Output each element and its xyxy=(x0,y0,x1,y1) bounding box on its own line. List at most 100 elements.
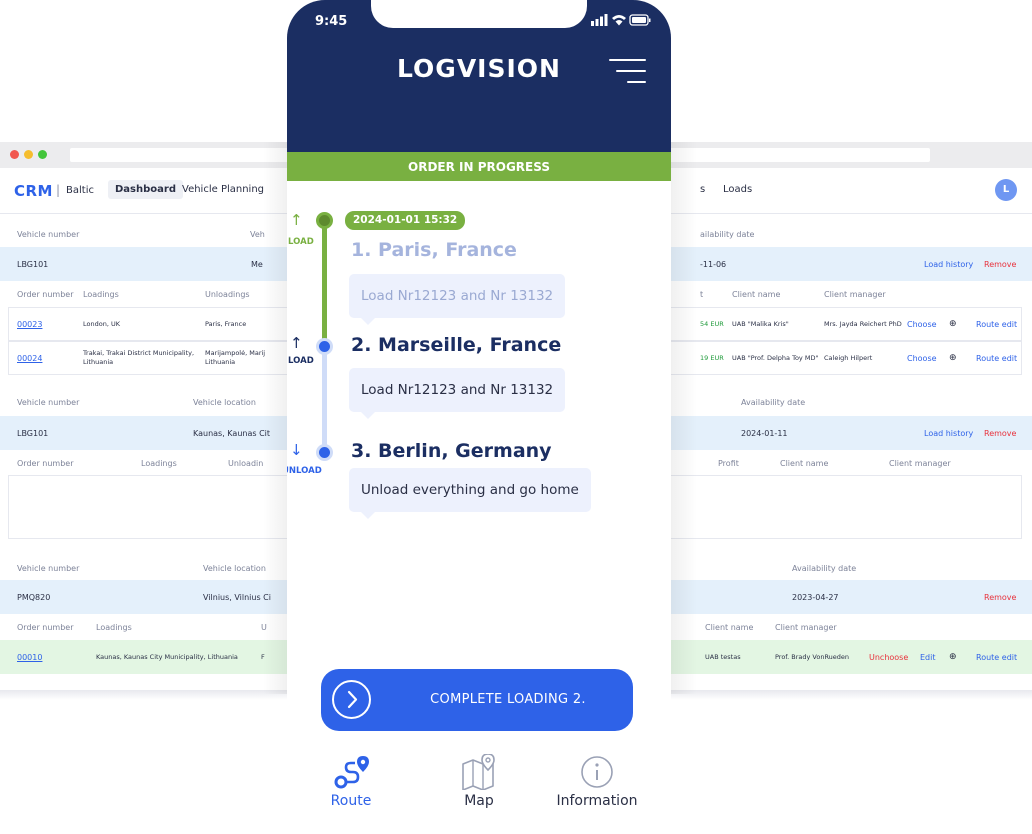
mobile-app: 9:45 LOGVISION ORDER IN PROGRESS ↑ LOAD … xyxy=(287,0,671,834)
unloadings-header: Unloadin xyxy=(228,459,264,468)
nav-item-partial[interactable]: s xyxy=(700,184,705,195)
nav-dashboard[interactable]: Dashboard xyxy=(108,180,183,199)
globe-icon[interactable]: ⊕ xyxy=(949,652,957,663)
stop-note-bubble: Load Nr12123 and Nr 13132 xyxy=(349,368,566,419)
tab-label: Map xyxy=(464,793,494,809)
loading-cell-line2: Lithuania xyxy=(83,358,114,366)
load-history-link[interactable]: Load history xyxy=(924,429,973,439)
tab-information[interactable]: Information xyxy=(533,742,661,834)
maximize-window-button[interactable] xyxy=(38,150,47,159)
order-number-link[interactable]: 00024 xyxy=(17,354,42,364)
availability-header: Availability date xyxy=(741,398,806,407)
crm-logo[interactable]: CRM xyxy=(14,182,53,200)
route-progress-line xyxy=(322,220,327,346)
order-number-header: Order number xyxy=(17,459,74,468)
client-manager-cell: Caleigh Hilpert xyxy=(824,354,873,362)
globe-icon[interactable]: ⊕ xyxy=(949,319,957,330)
availability-date: -11-06 xyxy=(700,260,727,269)
hamburger-menu-icon[interactable] xyxy=(608,59,646,85)
info-icon xyxy=(581,756,613,788)
unloadings-header: Unloadings xyxy=(205,290,250,299)
nav-vehicle-planning[interactable]: Vehicle Planning xyxy=(182,184,264,195)
route-remaining-line xyxy=(322,346,327,452)
tab-route[interactable]: Route xyxy=(287,742,415,834)
remove-link[interactable]: Remove xyxy=(984,260,1016,270)
vehicle-number: LBG101 xyxy=(17,260,49,269)
chevron-right-icon xyxy=(332,680,371,719)
loading-cell: London, UK xyxy=(83,320,120,328)
complete-loading-button[interactable]: COMPLETE LOADING 2. xyxy=(321,669,633,731)
status-icons xyxy=(591,14,651,26)
stop-title[interactable]: 3. Berlin, Germany xyxy=(351,440,552,462)
vehicle-number: LBG101 xyxy=(17,429,49,438)
route-edit-link[interactable]: Route edit xyxy=(976,320,1017,330)
client-name-cell: UAB "Malika Kris" xyxy=(732,320,789,328)
bottom-tab-bar: Route Map Information xyxy=(287,742,671,834)
stop-action-label: LOAD xyxy=(288,237,314,247)
tab-map[interactable]: Map xyxy=(415,742,543,834)
vehicle-location: Kaunas, Kaunas Cit xyxy=(193,429,271,438)
client-manager-cell: Mrs. Jayda Reichert PhD xyxy=(824,320,902,328)
status-time: 9:45 xyxy=(315,14,348,29)
remove-link[interactable]: Remove xyxy=(984,593,1016,603)
vehicle-number-header: Vehicle number xyxy=(17,564,80,573)
client-manager-header: Client manager xyxy=(889,459,951,468)
stop-node-current xyxy=(316,338,333,355)
availability-header: ailability date xyxy=(700,230,755,239)
profit-header: t xyxy=(700,290,704,299)
availability-header: Availability date xyxy=(792,564,857,573)
route-edit-link[interactable]: Route edit xyxy=(976,354,1017,364)
signal-icon xyxy=(591,21,594,26)
choose-link[interactable]: Choose xyxy=(907,320,937,330)
stop-title[interactable]: 2. Marseille, France xyxy=(351,334,561,356)
choose-link[interactable]: Choose xyxy=(907,354,937,364)
phone-shadow-left xyxy=(263,142,287,694)
order-number-header: Order number xyxy=(17,290,74,299)
remove-link[interactable]: Remove xyxy=(984,429,1016,439)
region-label: Baltic xyxy=(66,185,94,196)
client-manager-header: Client manager xyxy=(824,290,886,299)
order-number-link[interactable]: 00010 xyxy=(17,653,42,663)
edit-link[interactable]: Edit xyxy=(920,653,936,663)
wifi-icon xyxy=(612,15,626,26)
order-number-header: Order number xyxy=(17,623,74,632)
unload-down-arrow-icon: ↓ xyxy=(290,441,303,459)
stop-note-bubble: Load Nr12123 and Nr 13132 xyxy=(349,274,566,325)
phone-notch xyxy=(371,0,587,28)
stop-action-label: LOAD xyxy=(288,356,314,366)
client-name-header: Client name xyxy=(780,459,829,468)
profit-header: Profit xyxy=(718,459,739,468)
phone-shadow-right xyxy=(671,142,697,694)
route-edit-link[interactable]: Route edit xyxy=(976,653,1017,663)
client-manager-cell: Prof. Brady VonRueden xyxy=(775,653,850,661)
tab-label: Route xyxy=(330,793,372,809)
tab-label: Information xyxy=(556,793,638,809)
client-name-cell: UAB testas xyxy=(705,653,741,661)
minimize-window-button[interactable] xyxy=(24,150,33,159)
stop-title[interactable]: 1. Paris, France xyxy=(351,239,517,261)
stop-action-label: UNLOAD xyxy=(287,466,322,476)
loading-cell: Kaunas, Kaunas City Municipality, Lithua… xyxy=(96,653,238,661)
order-status-banner: ORDER IN PROGRESS xyxy=(287,152,671,181)
user-avatar[interactable]: L xyxy=(995,179,1017,201)
nav-loads[interactable]: Loads xyxy=(723,184,752,195)
vehicle-location: Vilnius, Vilnius Ci xyxy=(203,593,271,602)
loading-cell: Trakai, Trakai District Municipality, xyxy=(83,349,195,357)
client-manager-header: Client manager xyxy=(775,623,837,632)
availability-date: 2023-04-27 xyxy=(792,593,839,602)
globe-icon[interactable]: ⊕ xyxy=(949,353,957,364)
loadings-header: Loadings xyxy=(141,459,177,468)
order-number-link[interactable]: 00023 xyxy=(17,320,42,330)
vehicle-location-header: Vehicle location xyxy=(193,398,256,407)
load-history-link[interactable]: Load history xyxy=(924,260,973,270)
load-up-arrow-icon: ↑ xyxy=(290,334,303,352)
map-icon xyxy=(462,754,495,790)
client-name-cell: UAB "Prof. Delpha Toy MD" xyxy=(732,354,819,362)
vehicle-number-header: Vehicle number xyxy=(17,230,80,239)
vehicle-location: Me xyxy=(251,260,263,269)
unloading-cell: Paris, France xyxy=(205,320,247,328)
close-window-button[interactable] xyxy=(10,150,19,159)
stop-note-bubble: Unload everything and go home xyxy=(349,468,591,519)
unchoose-link[interactable]: Unchoose xyxy=(869,653,908,663)
client-name-header: Client name xyxy=(732,290,781,299)
